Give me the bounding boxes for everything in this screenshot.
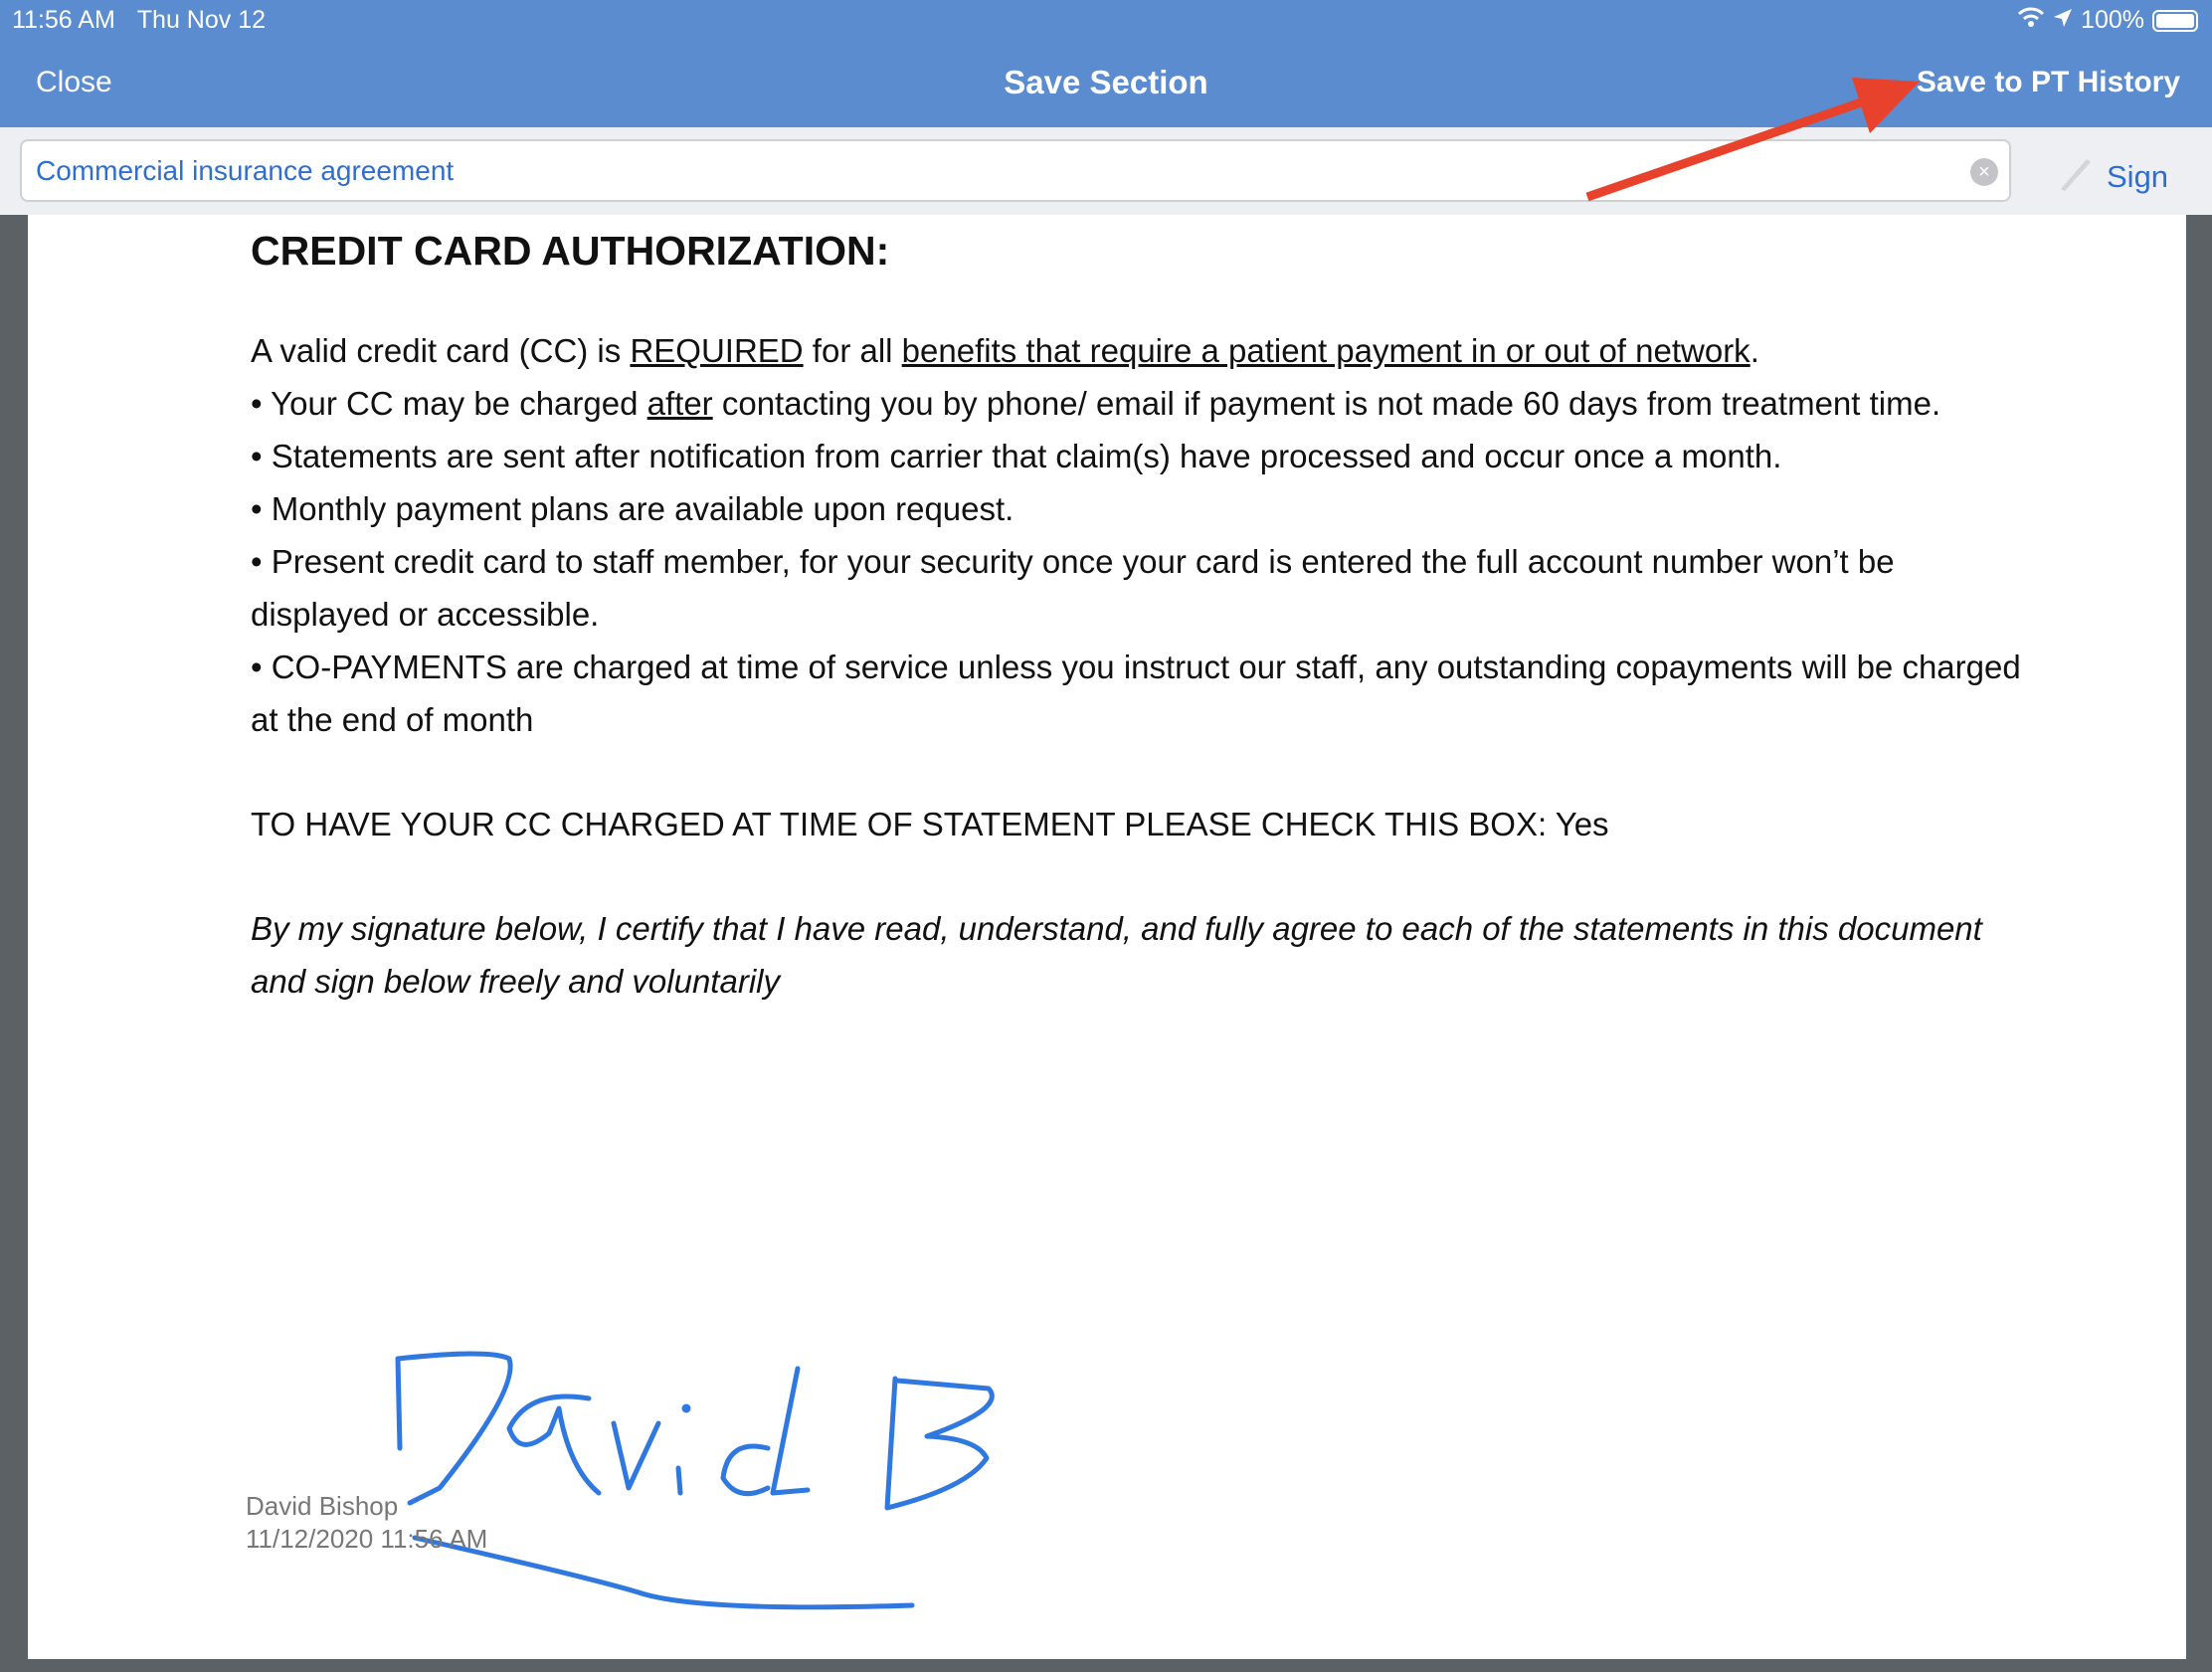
close-button[interactable]: Close [36,66,112,99]
bullet-2: • Statements are sent after notification… [251,438,1782,474]
text-after: after [646,385,713,422]
section-name-input[interactable] [20,139,2011,202]
status-bar-right: 100% [2017,6,2198,35]
bullet-4: • Present credit card to staff member, f… [251,543,1895,633]
signature-image [370,1209,1007,1672]
signer-name: David Bishop [246,1491,399,1521]
text: . [1750,332,1759,369]
signed-timestamp: 11/12/2020 11:56 AM [246,1524,488,1554]
bullet-1: • Your CC may be charged after contactin… [251,377,2041,430]
document-page: CREDIT CARD AUTHORIZATION: A valid credi… [28,215,2186,1659]
battery-icon [2152,9,2198,32]
text-benefits: benefits that require a patient payment … [901,332,1751,369]
pen-icon [2057,153,2097,201]
checkbox-line: TO HAVE YOUR CC CHARGED AT TIME OF STATE… [251,806,1609,842]
page-title: Save Section [1004,64,1208,100]
sign-button[interactable]: Sign [2057,153,2168,201]
location-icon [2053,6,2073,35]
clear-input-icon[interactable]: × [1970,158,1998,186]
status-bar-left: 11:56 AM Thu Nov 12 [12,6,287,35]
text: • Your CC may be charged [251,385,647,422]
battery-percent: 100% [2081,6,2144,34]
section-toolbar: × Sign [0,127,2212,215]
certification-text: By my signature below, I certify that I … [251,910,1982,1000]
wifi-icon [2017,6,2045,35]
bullet-5: • CO-PAYMENTS are charged at time of ser… [251,649,2021,738]
intro-paragraph: A valid credit card (CC) is REQUIRED for… [251,324,2041,377]
status-time: 11:56 AM [12,6,115,34]
document-heading: CREDIT CARD AUTHORIZATION: [251,228,890,274]
sign-label: Sign [2107,159,2169,194]
save-to-pt-history-button[interactable]: Save to PT History [1917,66,2180,99]
bullet-3: • Monthly payment plans are available up… [251,490,1014,527]
text-required: REQUIRED [630,332,804,369]
text: contacting you by phone/ email if paymen… [712,385,1941,422]
document-body: CREDIT CARD AUTHORIZATION: A valid credi… [251,227,2041,1008]
text: A valid credit card (CC) is [251,332,631,369]
signature-caption: David Bishop 11/12/2020 11:56 AM [246,1490,487,1556]
text: for all [803,332,902,369]
nav-bar: 11:56 AM Thu Nov 12 100% Close Save Secti… [0,0,2212,127]
status-date: Thu Nov 12 [136,6,267,34]
